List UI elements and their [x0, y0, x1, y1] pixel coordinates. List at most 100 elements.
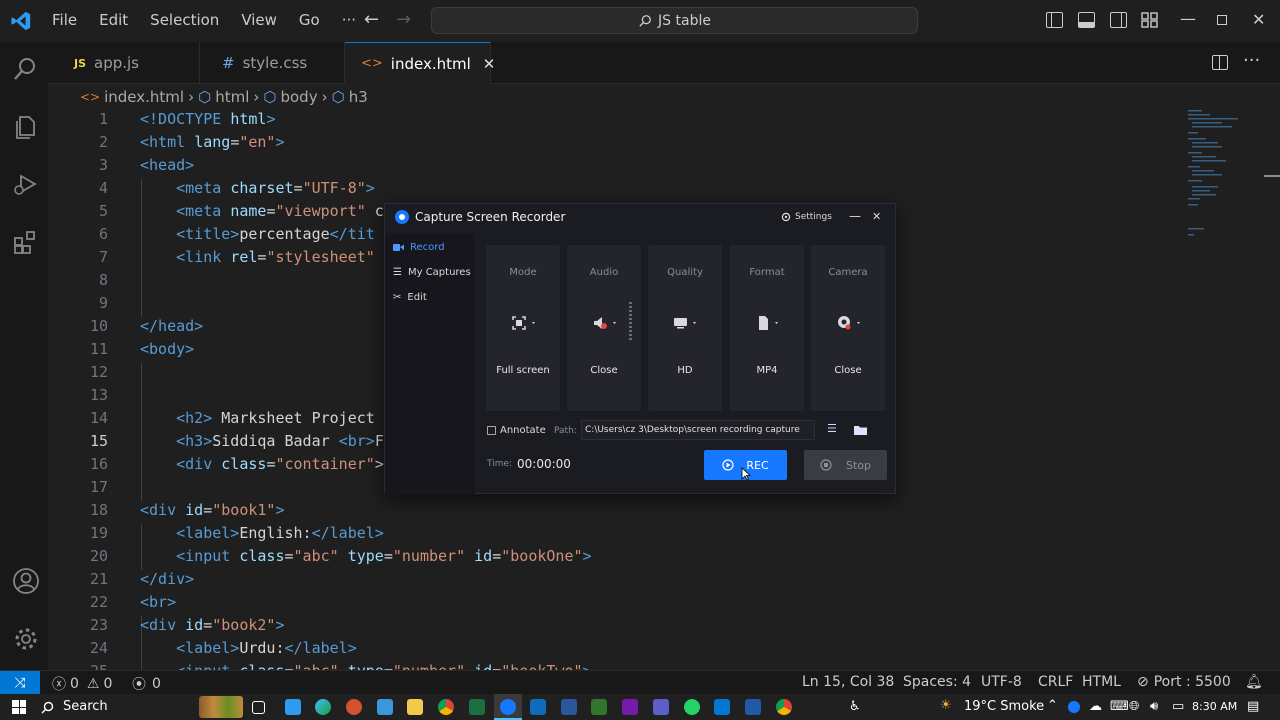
restore-window-icon[interactable]: [1217, 15, 1227, 25]
annotate-checkbox[interactable]: Annotate: [487, 425, 546, 436]
format-card[interactable]: Format MP4: [730, 245, 804, 411]
breadcrumb-item[interactable]: body: [280, 88, 317, 106]
nav-my-captures[interactable]: ☰ My Captures: [393, 267, 471, 278]
tray-cloud-icon[interactable]: ☁: [1089, 699, 1102, 714]
menu-selection[interactable]: Selection: [139, 11, 230, 29]
code-line[interactable]: 2 <html lang="en">: [48, 133, 1248, 156]
vscode-taskbar-icon[interactable]: [285, 699, 301, 715]
code-line[interactable]: 23 <div id="book2">: [48, 616, 1248, 639]
recorder-taskbar-icon[interactable]: [500, 699, 516, 715]
accessibility-icon[interactable]: ♿︎: [849, 699, 861, 714]
line-ending[interactable]: CRLF: [1038, 674, 1073, 690]
manage-gear-icon[interactable]: [12, 625, 38, 651]
explorer-search-icon[interactable]: [12, 56, 38, 82]
breadcrumb-item[interactable]: index.html: [104, 88, 184, 106]
notification-center-icon[interactable]: ▤: [1247, 699, 1259, 714]
open-folder-icon[interactable]: [854, 425, 868, 439]
remote-indicator-icon[interactable]: ⤨: [0, 671, 40, 695]
whatsapp-icon[interactable]: [684, 699, 700, 715]
file-explorer-icon[interactable]: [407, 699, 423, 715]
extensions-icon[interactable]: [12, 229, 38, 255]
command-center-search[interactable]: JS table: [431, 7, 918, 34]
edge-icon[interactable]: [315, 699, 331, 715]
minimap[interactable]: [1186, 108, 1246, 248]
project-icon[interactable]: [591, 699, 607, 715]
stop-button[interactable]: Stop: [804, 450, 887, 480]
encoding[interactable]: UTF-8: [981, 674, 1022, 690]
camera-card[interactable]: Camera Close: [811, 245, 885, 411]
split-editor-icon[interactable]: [1212, 55, 1228, 70]
volume-icon[interactable]: 🔊︎: [1150, 699, 1158, 714]
captures-list-icon[interactable]: ☰: [827, 422, 837, 435]
word-icon[interactable]: [561, 699, 577, 715]
breadcrumb-item[interactable]: html: [215, 88, 249, 106]
back-arrow-icon[interactable]: ←: [364, 9, 379, 30]
taskbar-search-label[interactable]: Search: [63, 699, 108, 714]
close-dialog-icon[interactable]: ✕: [872, 210, 881, 223]
language-mode[interactable]: HTML: [1082, 674, 1121, 690]
minimize-window-icon[interactable]: —: [1180, 9, 1196, 28]
cursor-position[interactable]: Ln 15, Col 38: [802, 674, 894, 690]
path-input[interactable]: C:\Users\cz 3\Desktop\screen recording c…: [581, 420, 815, 440]
run-debug-icon[interactable]: [12, 171, 38, 197]
battery-icon[interactable]: ▭: [1172, 699, 1184, 714]
settings-button[interactable]: Settings: [781, 212, 832, 222]
audio-card[interactable]: Audio Close: [567, 245, 641, 411]
chrome-secondary-icon[interactable]: [776, 699, 792, 715]
powerpoint-icon[interactable]: [346, 699, 362, 715]
more-actions-icon[interactable]: ···: [1243, 50, 1260, 71]
scrollbar-thumb[interactable]: [1264, 175, 1280, 177]
code-line[interactable]: 22 <br>: [48, 593, 1248, 616]
code-line[interactable]: 1 <!DOCTYPE html>: [48, 110, 1248, 133]
weather-label[interactable]: 19°C Smoke: [964, 699, 1044, 714]
close-window-icon[interactable]: ✕: [1252, 10, 1265, 29]
layout-sidebar-right-icon[interactable]: [1110, 12, 1127, 28]
breadcrumb-item[interactable]: h3: [349, 88, 368, 106]
menu-edit[interactable]: Edit: [88, 11, 139, 29]
forward-arrow-icon[interactable]: →: [396, 9, 411, 30]
clock-time[interactable]: 8:30 AM: [1192, 700, 1237, 713]
code-line[interactable]: 20 <input class="abc" type="number" id="…: [48, 547, 1248, 570]
windows-start-icon[interactable]: [12, 700, 26, 714]
accounts-icon[interactable]: [12, 567, 39, 594]
language-globe-icon[interactable]: 🌐︎: [1129, 699, 1139, 714]
tray-recorder-icon[interactable]: [1068, 701, 1080, 713]
outlook-icon[interactable]: [530, 699, 546, 715]
ports-indicator[interactable]: ⦿ 0: [132, 674, 161, 694]
quality-card[interactable]: Quality HD: [648, 245, 722, 411]
code-line[interactable]: 24 <label>Urdu:</label>: [48, 639, 1248, 662]
code-line[interactable]: 3 <head>: [48, 156, 1248, 179]
show-hidden-icons-chevron-icon[interactable]: ⌃: [1047, 698, 1058, 713]
nav-edit[interactable]: ✂ Edit: [393, 292, 427, 303]
layout-panel-icon[interactable]: [1078, 12, 1095, 28]
files-icon[interactable]: [12, 113, 38, 139]
menu-view[interactable]: View: [230, 11, 288, 29]
tab-style-css[interactable]: # style.css: [200, 42, 345, 84]
code-line[interactable]: 18 <div id="book1">: [48, 501, 1248, 524]
tab-index-html[interactable]: <> index.html ✕: [345, 42, 495, 84]
code-line[interactable]: 21 </div>: [48, 570, 1248, 593]
nav-record[interactable]: Record: [393, 242, 445, 253]
mode-card[interactable]: Mode Full screen: [486, 245, 560, 411]
tab-app-js[interactable]: JS app.js: [48, 42, 200, 84]
task-view-icon[interactable]: [252, 701, 265, 714]
tray-usb-icon[interactable]: ⌨: [1110, 699, 1129, 714]
problems-indicator[interactable]: ⓧ 0 ⚠ 0: [52, 674, 112, 694]
menu-go[interactable]: Go: [288, 11, 331, 29]
store-icon[interactable]: [714, 699, 730, 715]
excel-icon[interactable]: [469, 699, 485, 715]
code-line[interactable]: 19 <label>English:</label>: [48, 524, 1248, 547]
customize-layout-icon[interactable]: [1141, 12, 1158, 28]
chrome-icon[interactable]: [438, 699, 454, 715]
photos-icon[interactable]: [745, 699, 761, 715]
taskbar-search-icon[interactable]: [41, 701, 54, 714]
menu-more[interactable]: ···: [331, 11, 367, 29]
menu-file[interactable]: File: [41, 11, 88, 29]
live-server-port[interactable]: ⊘ Port : 5500: [1137, 674, 1231, 690]
minimize-dialog-icon[interactable]: —: [849, 209, 861, 223]
indentation[interactable]: Spaces: 4: [903, 674, 971, 690]
notifications-bell-icon[interactable]: 🔔︎: [1245, 674, 1263, 690]
teams-icon[interactable]: [653, 699, 669, 715]
close-tab-icon[interactable]: ✕: [483, 55, 496, 73]
layout-sidebar-left-icon[interactable]: [1046, 12, 1063, 28]
